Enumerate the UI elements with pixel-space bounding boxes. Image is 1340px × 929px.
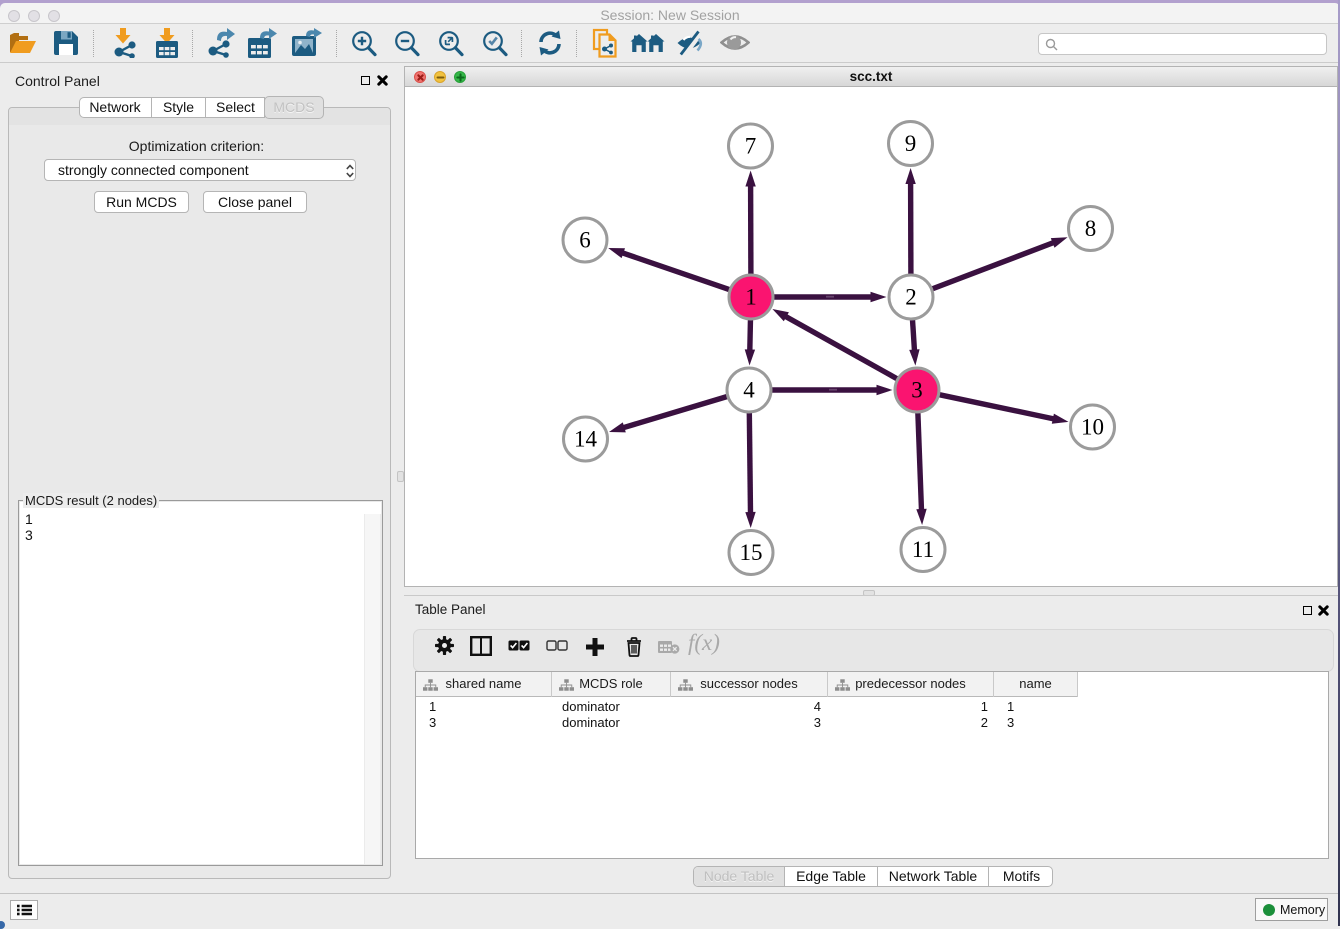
svg-text:7: 7 — [745, 134, 757, 159]
svg-text:14: 14 — [574, 427, 598, 452]
svg-text:9: 9 — [905, 131, 917, 156]
svg-text:3: 3 — [911, 378, 923, 403]
svg-text:8: 8 — [1085, 216, 1097, 241]
svg-text:6: 6 — [579, 228, 591, 253]
svg-text:2: 2 — [905, 285, 917, 310]
svg-text:10: 10 — [1081, 415, 1104, 440]
svg-text:1: 1 — [745, 285, 757, 310]
svg-text:11: 11 — [912, 537, 934, 562]
svg-text:4: 4 — [743, 378, 755, 403]
svg-text:15: 15 — [740, 540, 763, 565]
